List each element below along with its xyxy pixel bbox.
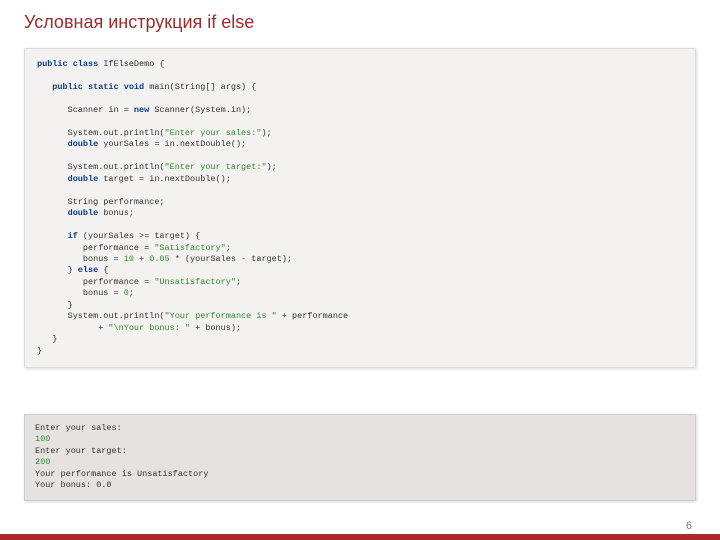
code-text: System.out.println( — [37, 311, 165, 321]
code-text: bonus = — [37, 288, 124, 298]
kw: public static void — [37, 82, 144, 92]
code-text: String performance; — [37, 197, 165, 207]
footer-bar — [0, 534, 720, 540]
code-text: ; — [236, 277, 241, 287]
out-input: 100 — [35, 434, 50, 444]
code-text: yourSales = in.nextDouble(); — [98, 139, 246, 149]
out-line: Enter your target: — [35, 446, 127, 456]
code-text: (yourSales >= target) { — [78, 231, 200, 241]
code-text: } — [37, 334, 57, 344]
code-text: ); — [267, 162, 277, 172]
str: "Unsatisfactory" — [154, 277, 236, 287]
code-text: ); — [261, 128, 271, 138]
code-block: public class IfElseDemo { public static … — [24, 48, 696, 368]
num: 0.05 — [149, 254, 169, 264]
kw: else — [78, 265, 98, 275]
code-text: + bonus); — [190, 323, 241, 333]
out-input: 200 — [35, 457, 50, 467]
code-text: { — [98, 265, 108, 275]
str: "\nYour bonus: " — [108, 323, 190, 333]
kw: public class — [37, 59, 98, 69]
code-text: main(String[] args) { — [144, 82, 256, 92]
code-text: bonus; — [98, 208, 134, 218]
kw: double — [37, 139, 98, 149]
code-text: ; — [226, 243, 231, 253]
code-text: target = in.nextDouble(); — [98, 174, 231, 184]
code-text: + — [134, 254, 149, 264]
code-text: ; — [129, 288, 134, 298]
code-text: } — [37, 265, 78, 275]
code-text: + performance — [277, 311, 348, 321]
num: 10 — [124, 254, 134, 264]
code-text: performance = — [37, 243, 154, 253]
slide-title: Условная инструкция if else — [24, 12, 254, 33]
code-text: + — [37, 323, 108, 333]
out-line: Your bonus: 0.0 — [35, 480, 112, 490]
code-text: System.out.println( — [37, 162, 165, 172]
out-line: Your performance is Unsatisfactory — [35, 469, 208, 479]
str: "Satisfactory" — [154, 243, 225, 253]
str: "Enter your target:" — [165, 162, 267, 172]
code-text: Scanner in = — [37, 105, 134, 115]
page-number: 6 — [686, 520, 692, 532]
code-text: performance = — [37, 277, 154, 287]
kw: double — [37, 174, 98, 184]
kw: double — [37, 208, 98, 218]
kw: if — [37, 231, 78, 241]
code-text: bonus = — [37, 254, 124, 264]
str: "Enter your sales:" — [165, 128, 262, 138]
code-text: } — [37, 346, 42, 356]
code-text: IfElseDemo { — [98, 59, 164, 69]
code-text: } — [37, 300, 73, 310]
code-text: * (yourSales - target); — [170, 254, 292, 264]
kw: new — [134, 105, 149, 115]
code-text: System.out.println( — [37, 128, 165, 138]
out-line: Enter your sales: — [35, 423, 122, 433]
str: "Your performance is " — [165, 311, 277, 321]
code-text: Scanner(System.in); — [149, 105, 251, 115]
output-block: Enter your sales: 100 Enter your target:… — [24, 414, 696, 501]
